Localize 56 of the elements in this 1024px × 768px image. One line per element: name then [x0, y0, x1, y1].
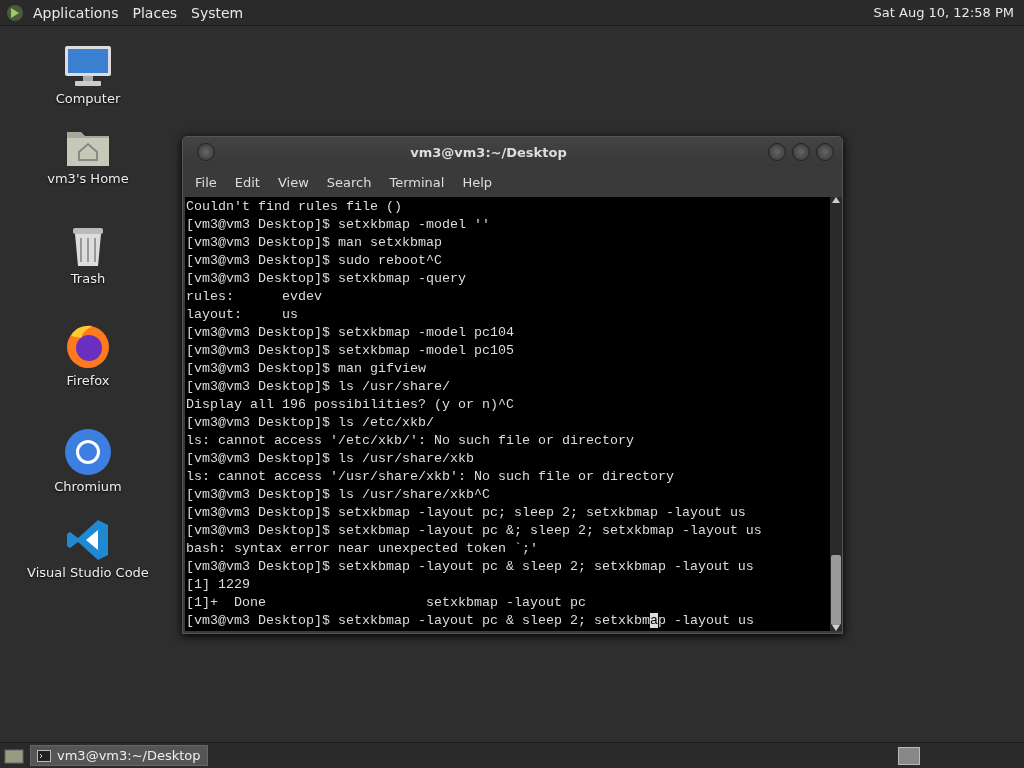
globe-icon[interactable]: [65, 324, 111, 370]
terminal-line: ls: cannot access '/usr/share/xkb': No such file or directory: [186, 468, 674, 486]
icon-label[interactable]: vm3's Home: [47, 171, 129, 186]
terminal-line: [vm3@vm3 Desktop]$ ls /etc/xkb/: [186, 414, 434, 432]
terminal-line: Display all 196 possibilities? (y or n)^C: [186, 396, 514, 414]
terminal-line: [vm3@vm3 Desktop]$ setxkbmap -layout pc; sleep 2; setxkbmap -layout us: [186, 504, 746, 522]
terminal-line: [vm3@vm3 Desktop]$ ls /usr/share/: [186, 378, 450, 396]
terminal-line: ls: cannot access '/etc/xkb/': No such file or directory: [186, 432, 634, 450]
terminal-line: [vm3@vm3 Desktop]$ sudo reboot^C: [186, 252, 442, 270]
menu-logo-icon[interactable]: [6, 3, 24, 22]
menu-item[interactable]: Applications: [28, 2, 124, 23]
terminal-line: bash: syntax error near unexpected token `;': [186, 540, 538, 558]
terminal-line: [vm3@vm3 Desktop]$ setxkbmap -layout pc & sleep 2; setxkbmap -layout us: [186, 558, 754, 576]
terminal-line: [vm3@vm3 Desktop]$ man setxkbmap: [186, 234, 442, 252]
terminal-line: [vm3@vm3 Desktop]$ setxkbmap -model pc105: [186, 342, 514, 360]
icon-label[interactable]: Computer: [55, 91, 121, 106]
terminal-line: [vm3@vm3 Desktop]$ setxkbmap -model '': [186, 216, 490, 234]
menu-item[interactable]: File: [187, 171, 225, 193]
clock: Sat Aug 10, 12:58 PM: [873, 5, 1015, 20]
taskbar-button[interactable]: vm3@vm3:~/Desktop: [30, 745, 208, 766]
scrollbar[interactable]: [830, 197, 842, 631]
minimize-button[interactable]: [768, 143, 786, 161]
monitor-icon[interactable]: [63, 44, 113, 88]
terminal-line: Couldn't find rules file (): [186, 198, 402, 216]
icon-label[interactable]: Trash: [70, 271, 106, 286]
maximize-button[interactable]: [792, 143, 810, 161]
icon-label[interactable]: Chromium: [54, 479, 122, 494]
terminal-line: [vm3@vm3 Desktop]$ setxkbmap -query: [186, 270, 466, 288]
icon-label[interactable]: Visual Studio Code: [27, 565, 149, 580]
menu-item[interactable]: System: [186, 2, 249, 23]
close-button[interactable]: [816, 143, 834, 161]
terminal-line: [vm3@vm3 Desktop]$ man gifview: [186, 360, 426, 378]
terminal-icon: [37, 749, 51, 762]
terminal-line: [vm3@vm3 Desktop]$ setxkbmap -layout pc &; sleep 2; setxkbmap -layout us: [186, 522, 762, 540]
menu-item[interactable]: Edit: [226, 171, 268, 193]
menu-item[interactable]: Places: [127, 2, 183, 23]
terminal-line: [vm3@vm3 Desktop]$ ls /usr/share/xkb^C: [186, 486, 490, 504]
workspace-switcher[interactable]: [898, 746, 920, 765]
terminal-line: [1]+ Done setxkbmap -layout pc: [186, 594, 586, 612]
circle-logo-icon[interactable]: [64, 428, 112, 476]
icon-label[interactable]: Firefox: [66, 373, 110, 388]
scrollbar-thumb[interactable]: [831, 555, 841, 625]
window-title: vm3@vm3:~/Desktop: [409, 144, 568, 160]
terminal-line: [vm3@vm3 Desktop]$ ls /usr/share/xkb: [186, 450, 474, 468]
terminal-line: [1] 1229: [186, 576, 250, 594]
scroll-up-icon[interactable]: [832, 197, 840, 203]
terminal-line: [vm3@vm3 Desktop]$ setxkbmap -model pc104: [186, 324, 514, 342]
terminal-line: layout: us: [186, 306, 298, 324]
menu-item[interactable]: Search: [318, 171, 380, 193]
window-menu-button[interactable]: [197, 143, 215, 161]
menu-item[interactable]: Terminal: [381, 171, 453, 193]
terminal-line: rules: evdev: [186, 288, 322, 306]
menu-item[interactable]: View: [269, 171, 317, 193]
ribbon-logo-icon[interactable]: [66, 518, 110, 562]
menu-item[interactable]: Help: [454, 171, 501, 193]
show-desktop-icon[interactable]: [4, 747, 24, 764]
